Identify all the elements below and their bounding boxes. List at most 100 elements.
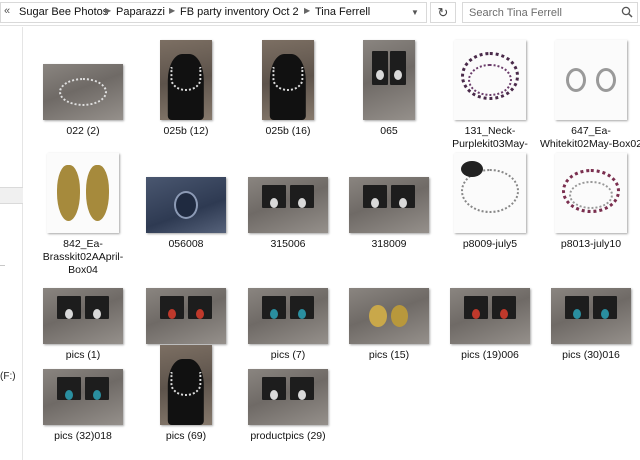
file-name[interactable]: 022 (2)	[31, 125, 135, 138]
thumbnail-drop	[371, 197, 380, 208]
thumbnail-card	[464, 295, 489, 320]
nav-item-drive[interactable]: (F:)	[0, 371, 16, 382]
file-name[interactable]: 056008	[134, 238, 238, 251]
file-thumbnail[interactable]	[262, 40, 314, 120]
thumbnail-earring	[596, 68, 617, 92]
file-name[interactable]: 647_Ea-Whitekit02May-Box02	[539, 125, 640, 151]
file-thumbnail[interactable]	[146, 288, 226, 344]
thumbnail-card	[187, 295, 212, 320]
thumbnail-card	[262, 295, 287, 320]
breadcrumb-overflow-button[interactable]: «	[4, 5, 10, 17]
file-name[interactable]: 315006	[236, 238, 340, 251]
thumbnail-card	[592, 295, 617, 320]
chevron-right-icon[interactable]: ▶	[169, 6, 175, 15]
file-name[interactable]: 318009	[337, 238, 441, 251]
breadcrumb-item-current[interactable]: Tina Ferrell	[315, 6, 370, 18]
file-name[interactable]: 842_Ea-Brasskit02AApril-Box04	[31, 238, 135, 277]
navigation-pane[interactable]: (F:)	[0, 27, 23, 460]
file-name[interactable]: productpics (29)	[236, 430, 340, 443]
thumbnail-drop	[65, 308, 74, 319]
thumbnail-card	[372, 51, 388, 85]
file-thumbnail[interactable]	[555, 153, 627, 233]
file-name[interactable]: pics (19)006	[438, 349, 542, 362]
thumbnail-drop	[195, 308, 204, 319]
search-box[interactable]	[462, 2, 638, 23]
file-name[interactable]: p8013-july10	[539, 238, 640, 251]
thumbnail-card	[390, 51, 406, 85]
thumbnail-card	[262, 376, 287, 401]
file-name[interactable]: pics (69)	[134, 430, 238, 443]
breadcrumb-item[interactable]: FB party inventory Oct 2	[180, 6, 299, 18]
refresh-button[interactable]: ↻	[430, 2, 456, 23]
chevron-right-icon[interactable]: ▶	[304, 6, 310, 15]
thumbnail-card	[363, 184, 388, 209]
search-input[interactable]	[469, 5, 617, 20]
file-thumbnail[interactable]	[551, 288, 631, 344]
file-thumbnail[interactable]	[43, 288, 123, 344]
thumbnail-clasp	[461, 161, 483, 177]
file-name[interactable]: p8009-july5	[438, 238, 542, 251]
thumbnail-card	[57, 376, 82, 401]
file-thumbnail[interactable]	[450, 288, 530, 344]
breadcrumb-item[interactable]: Paparazzi	[116, 6, 165, 18]
file-thumbnail[interactable]	[47, 153, 119, 233]
file-thumbnail[interactable]	[248, 177, 328, 233]
thumbnail-drop	[393, 69, 402, 80]
chevron-down-icon[interactable]: ▼	[411, 8, 419, 17]
thumbnail-necklace	[468, 64, 512, 96]
file-thumbnail[interactable]	[146, 177, 226, 233]
file-thumbnail[interactable]	[160, 345, 212, 425]
file-thumbnail[interactable]	[43, 64, 123, 120]
nav-item-selected[interactable]	[0, 187, 23, 204]
thumbnail-card	[491, 295, 516, 320]
thumbnail-drop	[573, 308, 582, 319]
chevron-right-icon[interactable]: ▶	[105, 6, 111, 15]
thumbnail-earring	[369, 304, 387, 328]
thumbnail-drop	[92, 308, 101, 319]
file-name[interactable]: 065	[337, 125, 441, 138]
thumbnail-card	[289, 184, 314, 209]
file-name[interactable]: pics (7)	[236, 349, 340, 362]
thumbnail-drop	[376, 69, 385, 80]
refresh-icon: ↻	[437, 5, 449, 20]
file-thumbnail[interactable]	[349, 288, 429, 344]
file-name[interactable]: pics (32)018	[31, 430, 135, 443]
file-name[interactable]: pics (30)016	[539, 349, 640, 362]
file-name[interactable]: pics (1)	[31, 349, 135, 362]
thumbnail-card	[84, 376, 109, 401]
file-name[interactable]: 025b (16)	[236, 125, 340, 138]
file-thumbnail[interactable]	[363, 40, 415, 120]
file-thumbnail[interactable]	[454, 40, 526, 120]
breadcrumb-item[interactable]: Sugar Bee Photos	[19, 6, 108, 18]
file-thumbnail[interactable]	[555, 40, 627, 120]
search-icon[interactable]	[621, 6, 633, 18]
thumbnail-drop	[270, 308, 279, 319]
file-thumbnail[interactable]	[160, 40, 212, 120]
thumbnail-card	[289, 376, 314, 401]
thumbnail-drop	[297, 389, 306, 400]
thumbnail-card	[289, 295, 314, 320]
file-thumbnail[interactable]	[248, 369, 328, 425]
thumbnail-drop	[92, 389, 101, 400]
file-thumbnail[interactable]	[349, 177, 429, 233]
thumbnail-drop	[168, 308, 177, 319]
thumbnail-earring	[390, 304, 409, 328]
thumbnail-drop	[270, 389, 279, 400]
nav-divider	[0, 265, 5, 266]
thumbnail-drop	[65, 389, 74, 400]
thumbnail-card	[390, 184, 415, 209]
file-thumbnail[interactable]	[43, 369, 123, 425]
thumbnail-chain	[170, 372, 202, 397]
thumbnail-earring	[565, 68, 586, 92]
thumbnail-bracelet	[59, 78, 107, 106]
thumbnail-card	[262, 184, 287, 209]
thumbnail-card	[84, 295, 109, 320]
thumbnail-chain	[272, 67, 304, 92]
file-thumbnail[interactable]	[248, 288, 328, 344]
file-name[interactable]: pics (15)	[337, 349, 441, 362]
thumbnail-card	[57, 295, 82, 320]
thumbnail-chain	[170, 67, 202, 92]
breadcrumb[interactable]: « Sugar Bee Photos ▶ Paparazzi ▶ FB part…	[0, 2, 427, 23]
file-thumbnail[interactable]	[454, 153, 526, 233]
file-name[interactable]: 025b (12)	[134, 125, 238, 138]
